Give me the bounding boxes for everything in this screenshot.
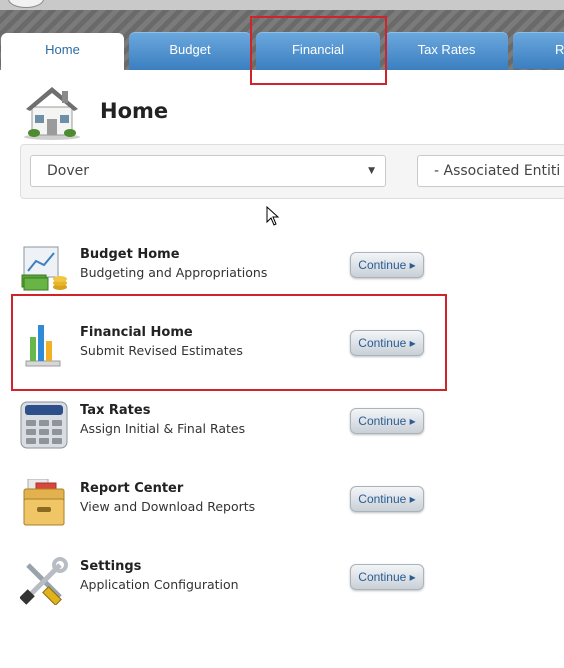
budget-chart-money-icon bbox=[21, 246, 67, 291]
calculator-icon bbox=[20, 401, 68, 449]
item-title: Budget Home bbox=[80, 247, 180, 262]
page-title: Home bbox=[100, 99, 169, 123]
tax-rates-continue-button[interactable]: Continue ▸ bbox=[350, 408, 424, 434]
highlight-financial-home bbox=[11, 294, 447, 391]
logo-icon bbox=[8, 0, 44, 8]
municipality-select[interactable]: Dover ▼ bbox=[30, 155, 386, 187]
tab-reports[interactable]: Re bbox=[513, 32, 564, 69]
item-title: Report Center bbox=[80, 481, 184, 496]
browser-top-bar bbox=[0, 0, 564, 10]
settings-continue-button[interactable]: Continue ▸ bbox=[350, 564, 424, 590]
budget-continue-button[interactable]: Continue ▸ bbox=[350, 252, 424, 278]
file-drawer-icon bbox=[23, 479, 65, 526]
item-subtitle: Assign Initial & Final Rates bbox=[80, 421, 246, 436]
mouse-cursor-icon bbox=[266, 206, 280, 226]
report-center-continue-button[interactable]: Continue ▸ bbox=[350, 486, 424, 512]
tab-home[interactable]: Home bbox=[1, 33, 124, 70]
list-item-report-center: Report Center View and Download Reports … bbox=[20, 479, 440, 539]
item-title: Tax Rates bbox=[80, 403, 151, 418]
item-title: Settings bbox=[80, 559, 142, 574]
item-subtitle: Budgeting and Appropriations bbox=[80, 265, 268, 280]
list-item-tax-rates: Tax Rates Assign Initial & Final Rates C… bbox=[20, 401, 440, 461]
list-item-settings: Settings Application Configuration Conti… bbox=[20, 557, 440, 617]
house-icon bbox=[24, 87, 80, 140]
tab-budget[interactable]: Budget bbox=[129, 32, 251, 70]
chevron-down-icon: ▼ bbox=[368, 166, 375, 176]
entities-select[interactable]: - Associated Entiti bbox=[417, 155, 564, 187]
entities-select-value: - Associated Entiti bbox=[434, 163, 561, 179]
item-subtitle: Application Configuration bbox=[80, 577, 239, 592]
item-subtitle: View and Download Reports bbox=[80, 499, 256, 514]
municipality-select-value: Dover bbox=[47, 163, 89, 179]
highlight-financial-tab bbox=[250, 16, 387, 85]
tab-tax-rates[interactable]: Tax Rates bbox=[385, 32, 508, 70]
tools-icon bbox=[20, 557, 68, 605]
